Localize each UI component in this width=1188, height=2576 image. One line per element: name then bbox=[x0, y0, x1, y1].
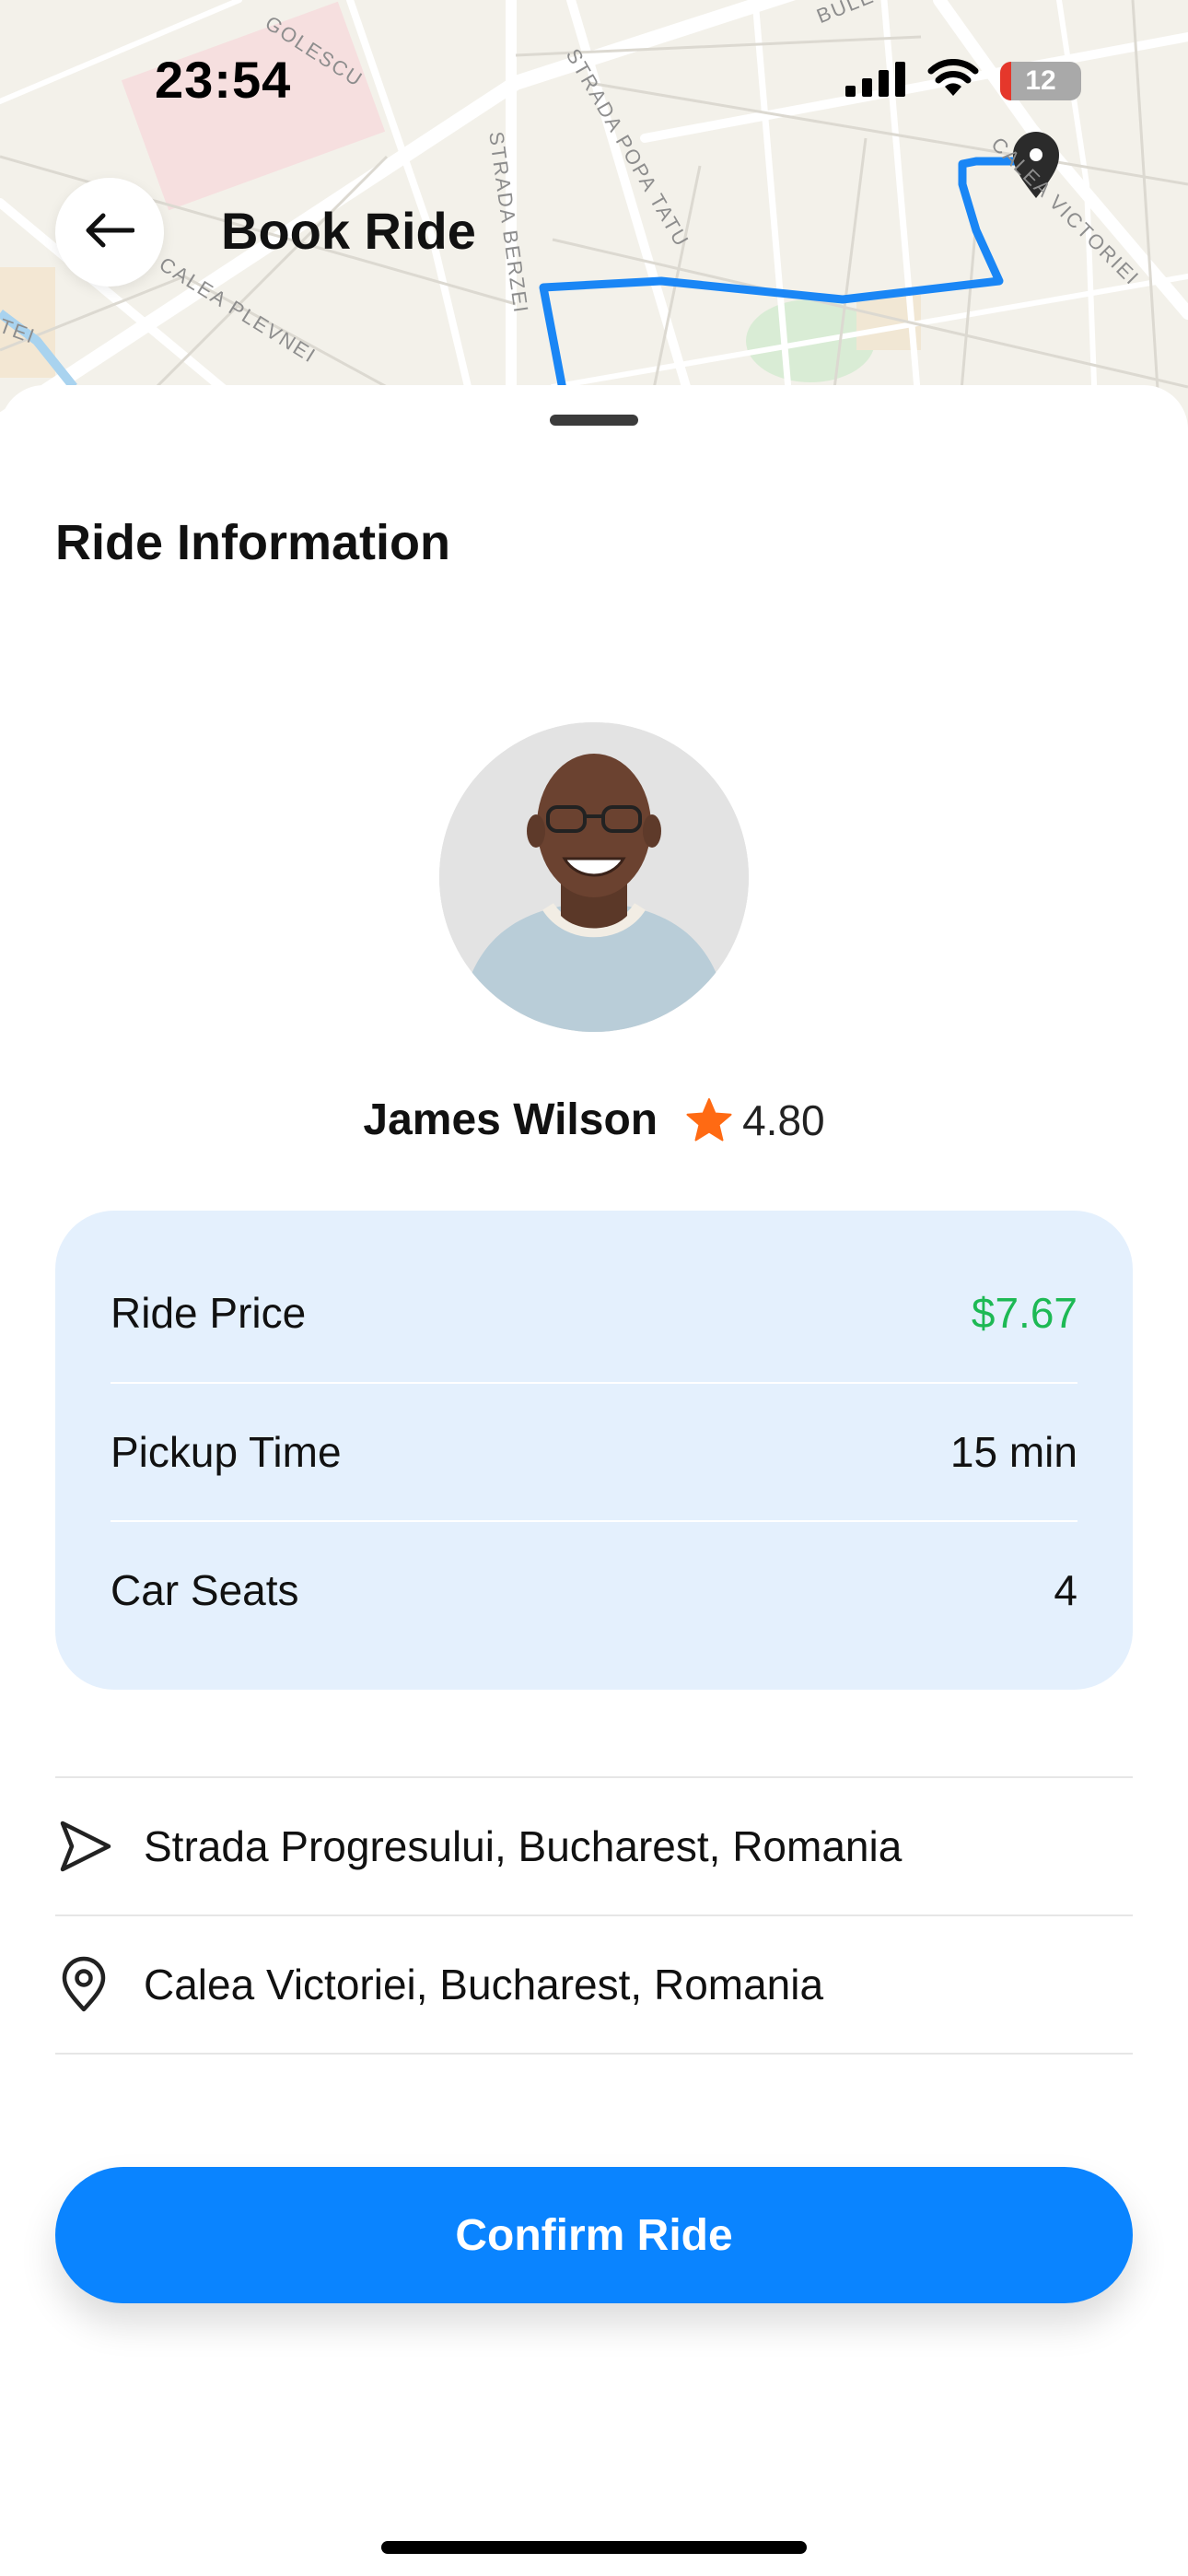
home-indicator[interactable] bbox=[381, 2541, 807, 2554]
wifi-icon bbox=[926, 59, 980, 102]
ride-price-row: Ride Price $7.67 bbox=[111, 1244, 1077, 1382]
driver-avatar bbox=[439, 722, 749, 1032]
car-seats-value: 4 bbox=[1054, 1566, 1077, 1614]
sheet-grabber[interactable] bbox=[550, 415, 638, 426]
battery-level: 12 bbox=[1025, 64, 1056, 96]
location-pin-icon bbox=[55, 1954, 116, 2015]
pickup-address: Strada Progresului, Bucharest, Romania bbox=[144, 1822, 903, 1870]
section-title: Ride Information bbox=[55, 515, 450, 570]
destination-location[interactable]: Calea Victoriei, Bucharest, Romania bbox=[55, 1916, 1133, 2055]
ride-info-card: Ride Price $7.67 Pickup Time 15 min Car … bbox=[55, 1211, 1133, 1690]
confirm-ride-button[interactable]: Confirm Ride bbox=[55, 2167, 1133, 2303]
pickup-time-label: Pickup Time bbox=[111, 1428, 342, 1476]
pickup-time-value: 15 min bbox=[949, 1428, 1077, 1476]
status-time: 23:54 bbox=[155, 51, 292, 109]
destination-address: Calea Victoriei, Bucharest, Romania bbox=[144, 1961, 824, 2008]
signal-icon bbox=[845, 60, 906, 101]
status-bar: 23:54 12 bbox=[0, 0, 1188, 157]
route-locations: Strada Progresului, Bucharest, Romania C… bbox=[55, 1776, 1133, 2055]
ride-info-sheet: Ride Information James Wilson 4.80 Ride … bbox=[0, 385, 1188, 2576]
car-seats-row: Car Seats 4 bbox=[111, 1520, 1077, 1658]
car-seats-label: Car Seats bbox=[111, 1566, 299, 1614]
driver-name: James Wilson bbox=[363, 1095, 658, 1144]
ride-price-label: Ride Price bbox=[111, 1289, 307, 1337]
status-icons: 12 bbox=[845, 59, 1081, 102]
driver-info: James Wilson 4.80 bbox=[0, 1095, 1188, 1145]
pickup-time-row: Pickup Time 15 min bbox=[111, 1382, 1077, 1520]
page-title: Book Ride bbox=[221, 202, 476, 260]
battery-icon: 12 bbox=[1000, 61, 1081, 100]
arrow-left-icon bbox=[85, 212, 135, 253]
star-icon bbox=[685, 1097, 733, 1143]
navigation-arrow-icon bbox=[55, 1816, 116, 1877]
ride-price-value: $7.67 bbox=[971, 1289, 1077, 1337]
back-button[interactable] bbox=[55, 178, 164, 287]
driver-rating: 4.80 bbox=[742, 1095, 825, 1144]
pickup-location[interactable]: Strada Progresului, Bucharest, Romania bbox=[55, 1778, 1133, 1916]
